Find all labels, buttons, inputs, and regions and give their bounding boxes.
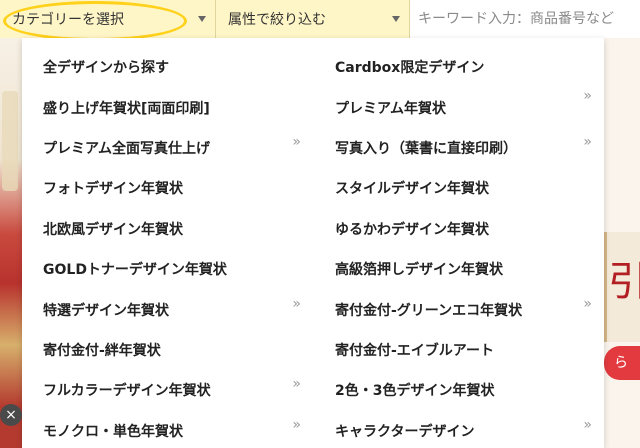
menu-item-style-design[interactable]: スタイルデザイン年賀状: [335, 168, 489, 208]
menu-item-label: 盛り上げ年賀状[両面印刷]: [43, 101, 210, 117]
menu-item-label: プレミアム年賀状: [335, 101, 447, 117]
menu-item-label: ゆるかわデザイン年賀状: [335, 222, 489, 238]
submenu-arrow-icon: »: [583, 88, 592, 104]
category-select[interactable]: カテゴリーを選択: [0, 0, 216, 38]
attribute-filter-label: 属性で絞り込む: [228, 12, 326, 28]
menu-item-label: 寄付金付-絆年賀状: [43, 343, 161, 359]
background-cta-button[interactable]: ら: [604, 346, 640, 380]
menu-item-label: キャラクターデザイン: [335, 424, 475, 440]
menu-item-label: スタイルデザイン年賀状: [335, 181, 489, 197]
close-icon[interactable]: ×: [0, 404, 22, 426]
menu-item-yurukawa[interactable]: ゆるかわデザイン年賀状: [335, 209, 489, 249]
menu-item-all-designs[interactable]: 全デザインから探す: [43, 47, 169, 87]
menu-item-label: モノクロ・単色年賀状: [43, 424, 183, 440]
menu-item-cardbox-limited[interactable]: Cardbox限定デザイン: [335, 47, 484, 87]
filter-bar: カテゴリーを選択 属性で絞り込む: [0, 0, 640, 38]
menu-item-photo-direct-print[interactable]: 写真入り（葉書に直接印刷） »: [335, 128, 592, 168]
menu-item-label: 寄付金付-エイブルアート: [335, 343, 494, 359]
background-artwork-left: [0, 36, 22, 448]
menu-item-label: フォトデザイン年賀状: [43, 181, 183, 197]
menu-item-label: プレミアム全面写真仕上げ: [43, 141, 211, 157]
menu-item-foil-stamping[interactable]: 高級箔押しデザイン年賀状: [335, 249, 503, 289]
category-select-label: カテゴリーを選択: [12, 12, 124, 28]
menu-item-double-sided[interactable]: 盛り上げ年賀状[両面印刷]: [43, 88, 210, 128]
menu-item-label: 2色・3色デザイン年賀状: [335, 383, 495, 399]
menu-item-donation-kizuna[interactable]: 寄付金付-絆年賀状: [43, 330, 161, 370]
menu-item-label: 高級箔押しデザイン年賀状: [335, 262, 503, 278]
menu-item-label: 寄付金付-グリーンエコ年賀状: [335, 303, 523, 319]
background-calligraphy: 引: [608, 259, 640, 305]
menu-item-label: GOLDトナーデザイン年賀状: [43, 262, 227, 278]
menu-item-full-color[interactable]: フルカラーデザイン年賀状 »: [43, 370, 301, 410]
submenu-arrow-icon: »: [292, 376, 301, 392]
submenu-arrow-icon: »: [292, 417, 301, 433]
submenu-arrow-icon: »: [583, 417, 592, 433]
menu-item-character-design[interactable]: キャラクターデザイン »: [335, 411, 592, 448]
menu-item-monochrome[interactable]: モノクロ・単色年賀状 »: [43, 411, 301, 448]
chevron-down-icon: [198, 16, 206, 22]
menu-item-donation-able-art[interactable]: 寄付金付-エイブルアート: [335, 330, 494, 370]
menu-item-donation-green-eco[interactable]: 寄付金付-グリーンエコ年賀状 »: [335, 290, 592, 330]
category-dropdown-menu: 全デザインから探す 盛り上げ年賀状[両面印刷] プレミアム全面写真仕上げ » フ…: [22, 38, 604, 448]
menu-item-special-selection[interactable]: 特選デザイン年賀状 »: [43, 290, 301, 330]
menu-item-label: 写真入り（葉書に直接印刷）: [335, 141, 517, 157]
menu-item-label: 特選デザイン年賀状: [43, 303, 169, 319]
menu-item-gold-toner[interactable]: GOLDトナーデザイン年賀状: [43, 249, 227, 289]
submenu-arrow-icon: »: [292, 296, 301, 312]
menu-item-premium[interactable]: プレミアム年賀状 »: [335, 88, 592, 128]
submenu-arrow-icon: »: [583, 134, 592, 150]
menu-item-photo-design[interactable]: フォトデザイン年賀状: [43, 168, 183, 208]
submenu-arrow-icon: »: [583, 296, 592, 312]
submenu-arrow-icon: »: [292, 134, 301, 150]
menu-item-label: 北欧風デザイン年賀状: [43, 222, 183, 238]
menu-item-label: フルカラーデザイン年賀状: [43, 383, 211, 399]
menu-item-two-three-color[interactable]: 2色・3色デザイン年賀状: [335, 370, 494, 410]
menu-item-premium-full-photo[interactable]: プレミアム全面写真仕上げ »: [43, 128, 301, 168]
menu-item-label: 全デザインから探す: [43, 60, 169, 76]
menu-item-nordic[interactable]: 北欧風デザイン年賀状: [43, 209, 183, 249]
keyword-search-input[interactable]: [410, 0, 640, 38]
menu-item-label: Cardbox限定デザイン: [335, 60, 485, 76]
chevron-down-icon: [392, 16, 400, 22]
attribute-filter-select[interactable]: 属性で絞り込む: [216, 0, 410, 38]
